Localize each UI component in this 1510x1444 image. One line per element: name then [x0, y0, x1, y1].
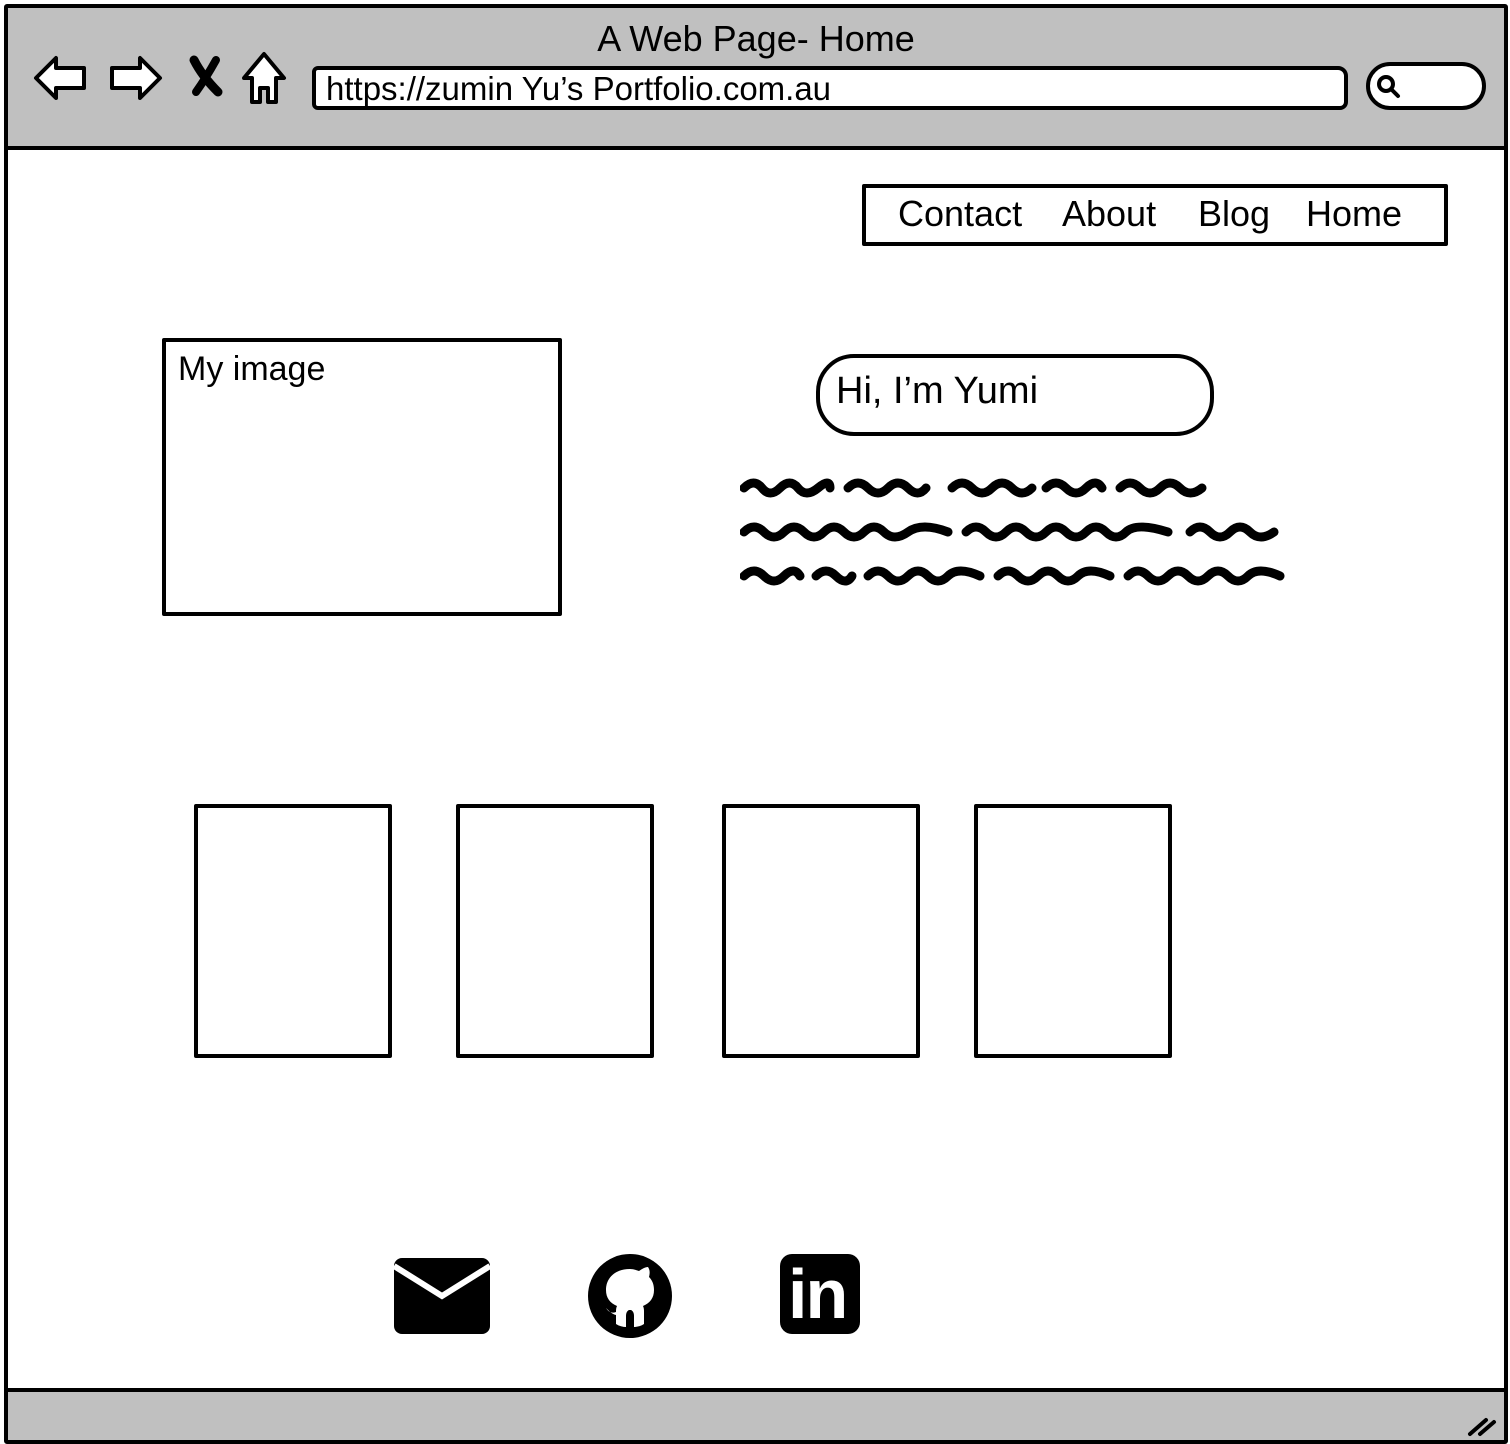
- image-label: My image: [178, 350, 326, 388]
- search-field[interactable]: [1366, 62, 1486, 110]
- title-bar: A Web Page- Home https://zumin Yu’s Port…: [8, 8, 1504, 150]
- greeting-text: Hi, I’m Yumi: [836, 370, 1039, 412]
- home-icon[interactable]: [236, 48, 296, 108]
- nav-item-contact[interactable]: Contact: [898, 194, 1022, 234]
- project-card[interactable]: [456, 804, 654, 1058]
- main-nav: Contact About Blog Home: [862, 184, 1448, 246]
- profile-image-placeholder: My image: [162, 338, 562, 616]
- url-input[interactable]: https://zumin Yu’s Portfolio.com.au: [312, 66, 1348, 110]
- greeting-box: Hi, I’m Yumi: [816, 354, 1214, 436]
- mail-icon[interactable]: [392, 1252, 492, 1341]
- status-bar: [8, 1388, 1504, 1444]
- resize-grip-icon[interactable]: [1462, 1404, 1502, 1444]
- browser-window: A Web Page- Home https://zumin Yu’s Port…: [4, 4, 1508, 1444]
- placeholder-text-scribble: [740, 478, 1285, 586]
- nav-item-blog[interactable]: Blog: [1198, 194, 1270, 234]
- nav-item-about[interactable]: About: [1062, 194, 1156, 234]
- back-arrow-icon[interactable]: [30, 48, 90, 108]
- forward-arrow-icon[interactable]: [106, 48, 166, 108]
- linkedin-icon[interactable]: in: [778, 1252, 862, 1341]
- nav-item-home[interactable]: Home: [1306, 194, 1402, 234]
- project-card[interactable]: [194, 804, 392, 1058]
- close-icon[interactable]: [182, 48, 242, 108]
- linkedin-label: in: [788, 1255, 848, 1333]
- project-card[interactable]: [722, 804, 920, 1058]
- search-icon: [1377, 75, 1400, 98]
- github-icon[interactable]: [586, 1252, 674, 1345]
- project-card[interactable]: [974, 804, 1172, 1058]
